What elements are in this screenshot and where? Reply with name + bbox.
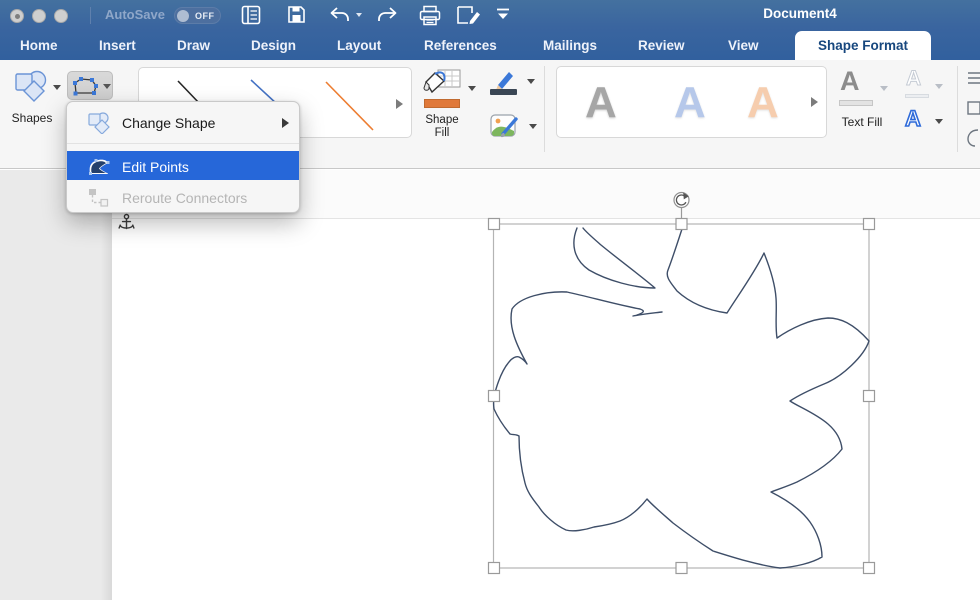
menu-item-label: Edit Points [122,159,189,175]
menu-item-label: Reroute Connectors [122,190,247,206]
rotate-handle[interactable] [674,193,689,208]
selection-outline [494,224,870,568]
menu-item-label: Change Shape [122,115,215,131]
resize-handle-n[interactable] [676,219,687,230]
change-shape-icon [87,112,113,134]
resize-handle-ne[interactable] [864,219,875,230]
menu-item-edit-points[interactable]: Edit Points [67,156,299,180]
submenu-arrow-icon [282,118,289,128]
resize-handle-se[interactable] [864,563,875,574]
menu-item-change-shape[interactable]: Change Shape [67,110,299,138]
selected-shape-canvas [0,0,980,600]
resize-handle-e[interactable] [864,391,875,402]
edit-shape-menu: Change Shape Edit Points Reroute Connect… [66,101,300,213]
resize-handle-sw[interactable] [489,563,500,574]
menu-separator [67,143,299,144]
freeform-shape-path[interactable] [633,312,662,316]
freeform-shape-path[interactable] [574,228,655,288]
resize-handle-w[interactable] [489,391,500,402]
freeform-shape-path[interactable] [494,226,869,568]
word-window: Shapes [0,0,980,600]
menu-item-reroute-connectors: Reroute Connectors [67,187,299,211]
selection-handles [489,219,875,574]
resize-handle-nw[interactable] [489,219,500,230]
edit-points-icon [88,158,112,176]
resize-handle-s[interactable] [676,563,687,574]
reroute-connectors-icon [88,188,110,208]
